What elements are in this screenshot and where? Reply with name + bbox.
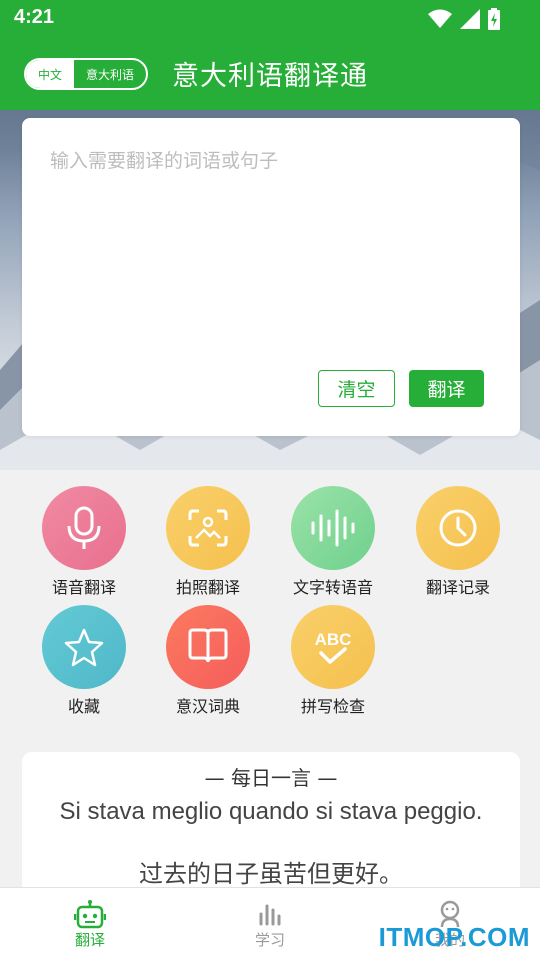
daily-quote-chinese: 过去的日子虽苦但更好。 [139, 860, 403, 888]
status-icons [428, 8, 500, 30]
svg-text:ABC: ABC [315, 630, 352, 649]
photo-scan-icon [166, 486, 250, 570]
tab-label: 翻译 [74, 931, 105, 949]
feature-photo-translate[interactable]: 拍照翻译 [146, 486, 270, 602]
translate-button[interactable]: 翻译 [409, 370, 484, 407]
translate-input[interactable] [50, 146, 490, 346]
feature-dictionary[interactable]: 意汉词典 [146, 605, 270, 721]
app-title: 意大利语翻译通 [172, 61, 368, 92]
language-toggle[interactable]: 中文 意大利语 [24, 58, 148, 90]
feature-label: 意汉词典 [175, 697, 240, 716]
book-icon [166, 605, 250, 689]
feature-history[interactable]: 翻译记录 [396, 486, 520, 602]
feature-label: 收藏 [67, 697, 100, 716]
daily-quote-title: — 每日一言 — [204, 766, 338, 790]
feature-text-to-speech[interactable]: 文字转语音 [271, 486, 395, 602]
soundwave-icon [291, 486, 375, 570]
star-icon [42, 605, 126, 689]
daily-quote-italian: Si stava meglio quando si stava peggio. [59, 798, 483, 825]
feature-label: 翻译记录 [425, 578, 490, 597]
translate-input-card: 清空 翻译 [22, 118, 520, 436]
app-bar: 中文 意大利语 意大利语翻译通 [0, 36, 540, 110]
status-time: 4:21 [14, 6, 55, 28]
clear-button[interactable]: 清空 [318, 370, 395, 407]
microphone-icon [42, 486, 126, 570]
lang-target-tab[interactable]: 意大利语 [74, 60, 146, 88]
feature-spell-check[interactable]: ABC 拼写检查 [271, 605, 395, 721]
feature-label: 语音翻译 [51, 578, 116, 597]
tab-label: 学习 [254, 931, 285, 949]
feature-voice-translate[interactable]: 语音翻译 [22, 486, 146, 602]
watermark: ITMOP.COM [378, 922, 530, 952]
battery-icon [488, 8, 500, 30]
feature-label: 拍照翻译 [175, 578, 240, 597]
tab-study[interactable]: 学习 [180, 888, 360, 960]
feature-favorites[interactable]: 收藏 [22, 605, 146, 721]
signal-icon [460, 9, 480, 29]
tab-translate[interactable]: 翻译 [0, 888, 180, 960]
robot-icon [74, 900, 106, 929]
feature-label: 文字转语音 [292, 578, 373, 597]
abc-check-icon: ABC [291, 605, 375, 689]
lang-source-tab[interactable]: 中文 [26, 60, 74, 88]
status-bar: 4:21 [0, 0, 540, 36]
wifi-icon [428, 9, 452, 28]
clock-icon [416, 486, 500, 570]
bars-icon [254, 900, 286, 928]
feature-label: 拼写检查 [300, 697, 365, 716]
